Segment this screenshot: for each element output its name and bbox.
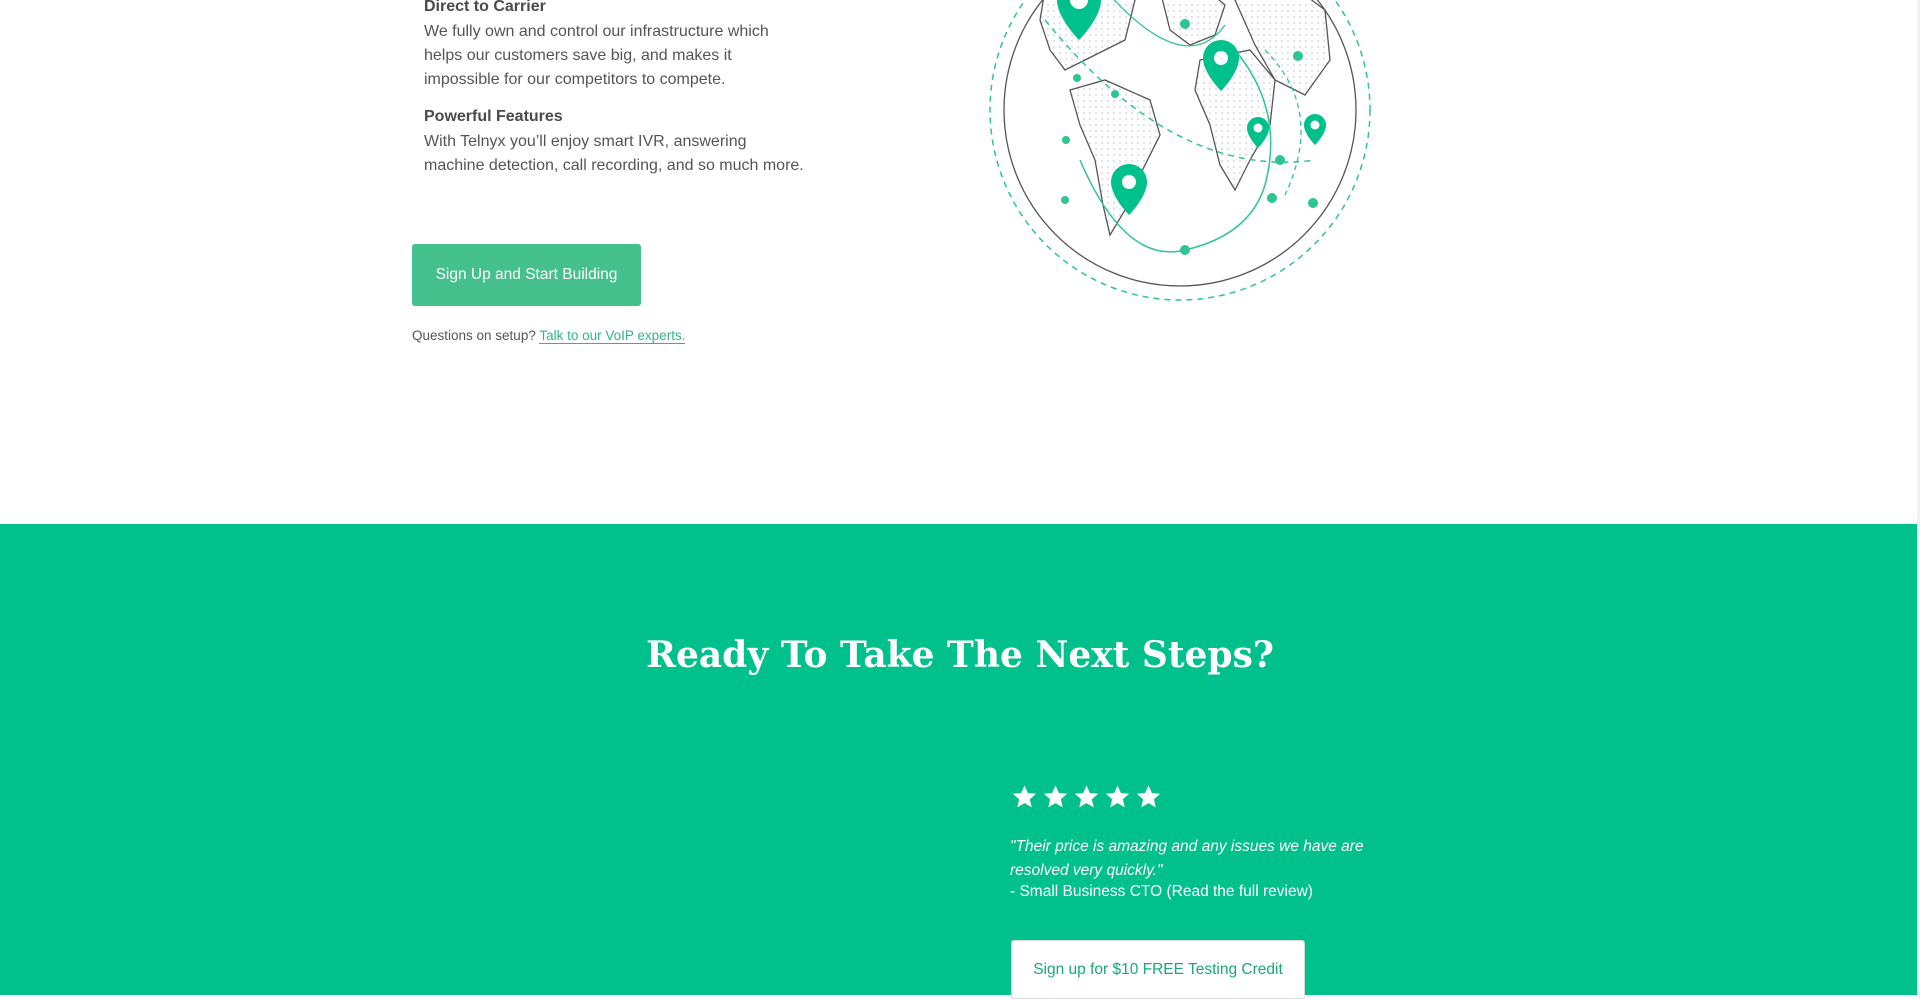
globe-map-illustration [989,0,1371,301]
free-credit-button[interactable]: Sign up for $10 FREE Testing Credit [1011,940,1305,999]
next-steps-section: Ready To Take The Next Steps? "Their pri… [0,524,1920,999]
star-icon [1043,785,1068,808]
sign-up-button[interactable]: Sign Up and Start Building [412,244,641,306]
feature-title-features: Powerful Features [424,108,563,125]
star-icon [1105,785,1130,808]
next-steps-headline: Ready To Take The Next Steps? [646,634,1274,676]
testimonial-author[interactable]: - Small Business CTO (Read the full revi… [1010,883,1313,901]
feature-text-features: With Telnyx you’ll enjoy smart IVR, answ… [424,133,804,174]
testimonial-quote: "Their price is amazing and any issues w… [1010,838,1364,879]
feature-text-carrier: We fully own and control our infrastruct… [424,23,769,88]
star-icon [1074,785,1099,808]
star-icon [1012,785,1037,808]
setup-question-text: Questions on setup? [412,328,536,343]
setup-question: Questions on setup? Talk to our VoIP exp… [412,328,686,344]
voip-experts-link[interactable]: Talk to our VoIP experts. [539,328,686,344]
feature-title-carrier: Direct to Carrier [424,0,546,15]
star-icon [1136,785,1161,808]
rating-stars [1010,783,1163,811]
features-section: Direct to Carrier We fully own and contr… [0,0,1920,524]
